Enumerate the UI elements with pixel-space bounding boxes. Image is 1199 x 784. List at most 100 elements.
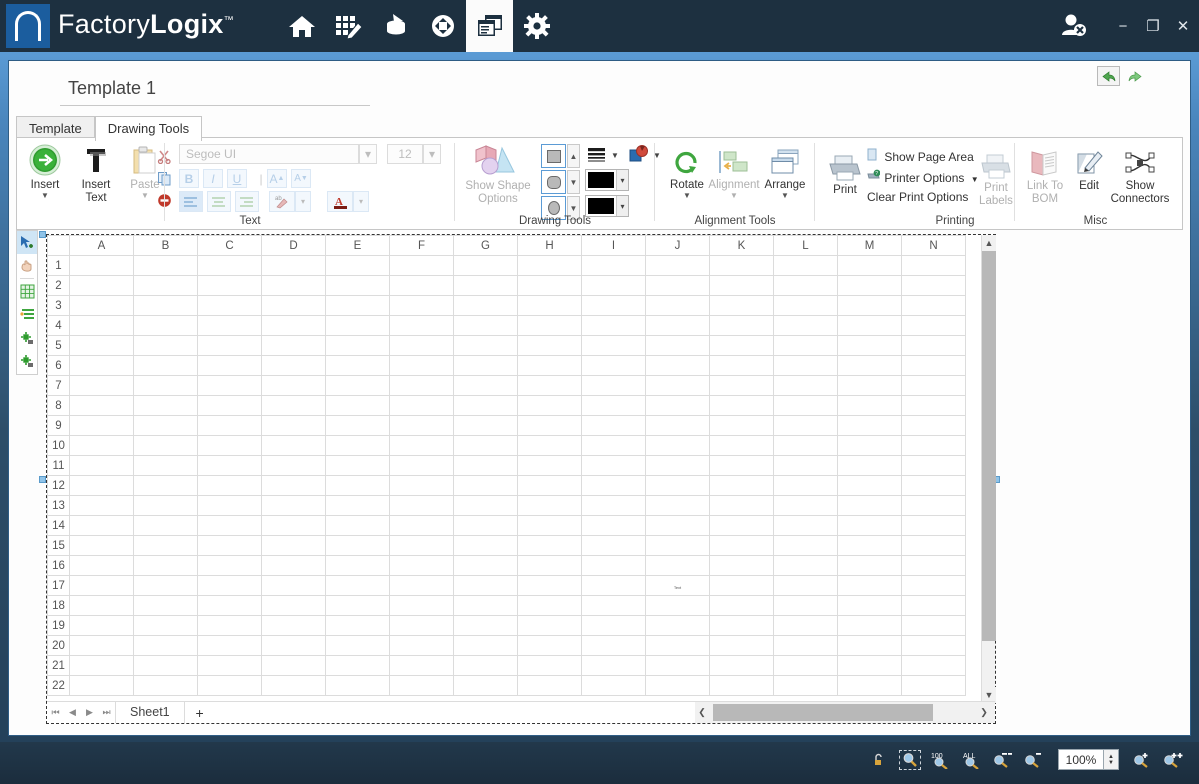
column-header[interactable]: J (646, 236, 710, 256)
grid-cell[interactable] (326, 476, 390, 496)
row-header[interactable]: 19 (48, 616, 70, 636)
row-header[interactable]: 22 (48, 676, 70, 696)
grid-cell[interactable] (902, 616, 966, 636)
grid-cell[interactable] (454, 676, 518, 696)
grid-cell[interactable] (262, 676, 326, 696)
page-title[interactable]: Template 1 (60, 78, 370, 106)
grid-cell[interactable] (710, 536, 774, 556)
grid-cell[interactable] (902, 576, 966, 596)
grid-cell[interactable] (134, 256, 198, 276)
zoom-out-icon[interactable] (1023, 750, 1045, 770)
minimize-button[interactable]: − (1115, 18, 1131, 35)
grid-cell[interactable] (262, 336, 326, 356)
grid-cell[interactable] (326, 296, 390, 316)
grid-cell[interactable] (198, 336, 262, 356)
show-shape-options-button[interactable]: Show Shape Options (459, 144, 537, 205)
grid-cell[interactable] (454, 476, 518, 496)
grid-cell[interactable] (454, 396, 518, 416)
zoom-level-value[interactable]: 100% (1058, 749, 1104, 770)
row-header[interactable]: 18 (48, 596, 70, 616)
grid-cell[interactable]: Text (646, 576, 710, 596)
grid-cell[interactable] (262, 496, 326, 516)
grid-cell[interactable] (710, 256, 774, 276)
grid-cell[interactable] (262, 476, 326, 496)
grid-cell[interactable] (646, 636, 710, 656)
rotate-button[interactable]: Rotate ▼ (661, 143, 713, 199)
grid-cell[interactable] (902, 636, 966, 656)
row-header[interactable]: 8 (48, 396, 70, 416)
row-header[interactable]: 16 (48, 556, 70, 576)
grid-cell[interactable] (198, 616, 262, 636)
grid-cell[interactable] (454, 456, 518, 476)
grid-cell[interactable] (902, 436, 966, 456)
grid-cell[interactable] (326, 276, 390, 296)
grid-cell[interactable] (774, 336, 838, 356)
column-header[interactable]: F (390, 236, 454, 256)
column-header[interactable]: K (710, 236, 774, 256)
clear-print-options-item[interactable]: Clear Print Options (867, 190, 968, 204)
grid-cell[interactable] (262, 436, 326, 456)
grid-cell[interactable] (454, 256, 518, 276)
grid-cell[interactable] (646, 336, 710, 356)
insert-caret-icon[interactable]: ▼ (19, 192, 71, 199)
grid-cell[interactable] (198, 376, 262, 396)
alignment-caret-icon[interactable]: ▼ (708, 192, 760, 199)
grid-cell[interactable] (262, 456, 326, 476)
grid-cell[interactable] (134, 336, 198, 356)
grid-cell[interactable] (518, 436, 582, 456)
bold-button[interactable]: B (179, 169, 199, 188)
rotate-caret-icon[interactable]: ▼ (661, 192, 713, 199)
grid-cell[interactable] (390, 296, 454, 316)
grid-cell[interactable] (262, 556, 326, 576)
grid-cell[interactable] (198, 456, 262, 476)
line-color-picker[interactable]: ▾ (585, 169, 629, 191)
grid-cell[interactable] (518, 496, 582, 516)
grid-cell[interactable] (838, 436, 902, 456)
grid-cell[interactable] (326, 516, 390, 536)
grid-cell[interactable] (454, 536, 518, 556)
column-header[interactable]: A (70, 236, 134, 256)
grid-cell[interactable] (198, 576, 262, 596)
grid-cell[interactable] (198, 296, 262, 316)
grid-cell[interactable] (390, 396, 454, 416)
grid-cell[interactable] (70, 616, 134, 636)
grid-cell[interactable] (774, 496, 838, 516)
grid-cell[interactable] (710, 636, 774, 656)
grid-cell[interactable] (390, 356, 454, 376)
grid-tool[interactable] (17, 280, 37, 303)
grid-cell[interactable] (70, 476, 134, 496)
line-weight-icon[interactable] (585, 145, 609, 166)
grid-cell[interactable] (710, 376, 774, 396)
grid-cell[interactable] (710, 616, 774, 636)
printer-options-item[interactable]: ? Printer Options ▼ (867, 169, 979, 185)
grid-cell[interactable] (774, 316, 838, 336)
line-weight-dropdown-icon[interactable]: ▼ (609, 145, 621, 166)
grid-cell[interactable] (710, 576, 774, 596)
row-header[interactable]: 11 (48, 456, 70, 476)
grid-cell[interactable] (390, 516, 454, 536)
prev-sheet-button[interactable]: ◀ (64, 707, 81, 718)
column-header[interactable]: H (518, 236, 582, 256)
column-header[interactable]: I (582, 236, 646, 256)
node-connect-tool[interactable] (17, 326, 37, 349)
database-icon[interactable] (372, 0, 419, 52)
grid-cell[interactable] (326, 436, 390, 456)
row-header[interactable]: 2 (48, 276, 70, 296)
grid-cell[interactable] (646, 396, 710, 416)
select-move-tool[interactable] (17, 231, 37, 254)
grid-cell[interactable] (582, 676, 646, 696)
scroll-left-icon[interactable]: ❮ (695, 705, 709, 721)
grid-cell[interactable] (262, 316, 326, 336)
grid-cell[interactable] (518, 336, 582, 356)
grid-cell[interactable] (582, 596, 646, 616)
grid-cell[interactable] (774, 656, 838, 676)
grid-cell[interactable] (70, 496, 134, 516)
grid-cell[interactable] (134, 556, 198, 576)
highlight-button[interactable]: ab (269, 191, 295, 212)
grid-cell[interactable] (70, 416, 134, 436)
grid-cell[interactable] (454, 276, 518, 296)
grid-cell[interactable] (326, 256, 390, 276)
grid-cell[interactable] (710, 656, 774, 676)
pan-hand-tool[interactable] (17, 254, 37, 277)
grid-cell[interactable] (134, 476, 198, 496)
